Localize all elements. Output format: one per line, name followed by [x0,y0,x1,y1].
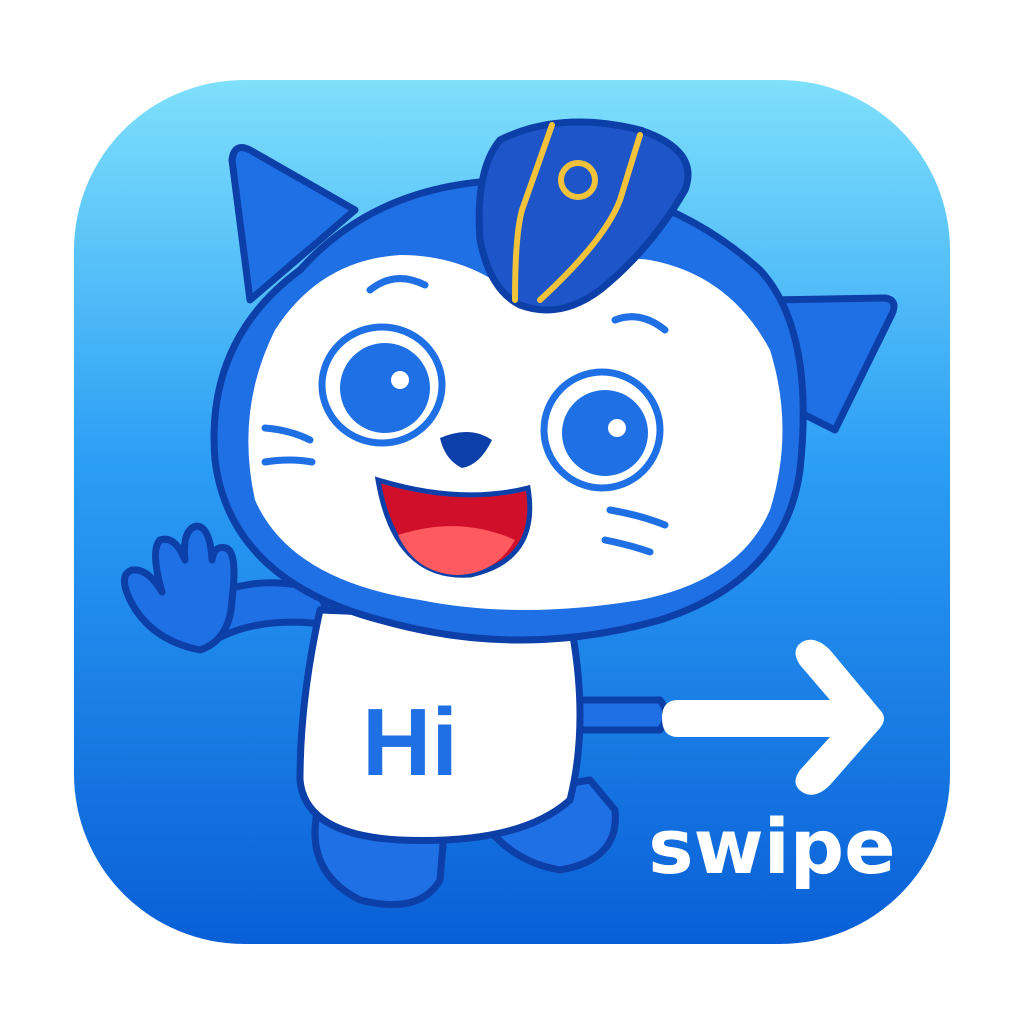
left-eye-shine [391,371,409,389]
right-eye [562,390,648,476]
whisker-left-2 [261,456,316,466]
app-icon[interactable]: Hi swipe [0,0,1024,1024]
shirt-text: Hi [362,689,458,796]
swipe-caption: swipe [648,802,895,891]
face-patch [248,255,783,610]
app-icon-stage: Hi swipe [0,0,1024,1024]
left-eye [340,343,430,433]
right-eye-shine [608,419,626,437]
